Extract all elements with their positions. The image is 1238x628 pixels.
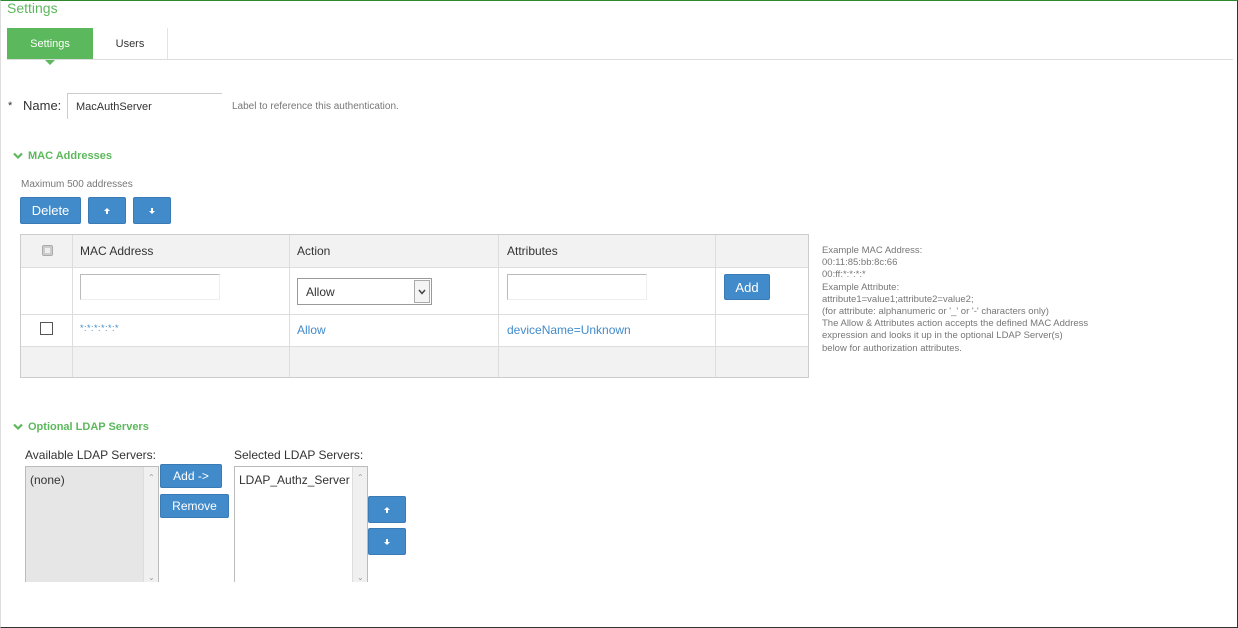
available-ldap-list[interactable]: (none) ⌃ ⌄ (25, 466, 159, 582)
delete-button[interactable]: Delete (20, 197, 81, 224)
name-label: Name: (23, 98, 62, 113)
available-list-scrollbar[interactable]: ⌃ ⌄ (143, 467, 158, 582)
tab-bar: Settings Users (7, 28, 168, 65)
list-item[interactable]: LDAP_Authz_Server (239, 473, 350, 487)
header-attributes[interactable]: Attributes (507, 244, 558, 258)
arrow-up-icon (384, 507, 390, 513)
add-ldap-button[interactable]: Add -> (160, 464, 222, 488)
scroll-up-icon: ⌃ (148, 473, 155, 482)
mac-address-table: MAC Address Action Attributes Allow Add … (20, 234, 809, 378)
move-down-button[interactable] (133, 197, 171, 224)
page-title: Settings (7, 0, 58, 16)
add-mac-button[interactable]: Add (724, 274, 770, 300)
chevron-down-icon (13, 152, 23, 160)
header-action[interactable]: Action (297, 244, 330, 258)
chevron-down-icon (13, 423, 23, 431)
arrow-down-icon (149, 208, 155, 214)
select-all-checkbox[interactable] (42, 245, 53, 256)
name-input[interactable] (67, 93, 222, 119)
new-attributes-input[interactable] (507, 274, 647, 300)
required-marker: * (8, 100, 13, 112)
selected-ldap-list[interactable]: LDAP_Authz_Server ⌃ ⌄ (234, 466, 368, 582)
mac-section-header[interactable]: MAC Addresses (13, 150, 112, 162)
ldap-section-title: Optional LDAP Servers (28, 421, 149, 433)
tab-divider (7, 59, 1233, 60)
table-empty-row (21, 346, 808, 377)
arrow-up-icon (104, 208, 110, 214)
scroll-up-icon: ⌃ (357, 473, 364, 482)
ldap-section-header[interactable]: Optional LDAP Servers (13, 421, 149, 433)
move-up-button[interactable] (88, 197, 126, 224)
mac-help-text: Example MAC Address: 00:11:85:bb:8c:66 0… (822, 245, 1089, 354)
max-addresses-note: Maximum 500 addresses (21, 179, 133, 190)
row-mac-address[interactable]: *:*:*:*:*:* (80, 323, 119, 333)
selected-ldap-label: Selected LDAP Servers: (234, 448, 364, 462)
row-action[interactable]: Allow (297, 323, 326, 337)
action-select-value: Allow (306, 284, 335, 299)
row-attributes[interactable]: deviceName=Unknown (507, 323, 631, 337)
mac-section-title: MAC Addresses (28, 150, 112, 162)
list-item[interactable]: (none) (30, 473, 65, 487)
app-frame: Settings Settings Users * Name: Label to… (0, 0, 1238, 628)
new-action-select[interactable]: Allow (297, 278, 432, 305)
scroll-down-icon: ⌄ (148, 573, 155, 582)
tab-settings[interactable]: Settings (7, 28, 93, 65)
new-mac-input[interactable] (80, 274, 220, 300)
scroll-down-icon: ⌄ (357, 573, 364, 582)
available-ldap-label: Available LDAP Servers: (25, 448, 156, 462)
ldap-move-up-button[interactable] (368, 496, 406, 523)
select-dropdown-arrow (414, 280, 430, 303)
name-hint: Label to reference this authentication. (232, 101, 399, 112)
remove-ldap-button[interactable]: Remove (160, 494, 229, 518)
ldap-move-down-button[interactable] (368, 528, 406, 555)
arrow-down-icon (384, 539, 390, 545)
tab-users[interactable]: Users (93, 28, 168, 59)
selected-list-scrollbar[interactable]: ⌃ ⌄ (352, 467, 367, 582)
row-checkbox[interactable] (40, 322, 53, 335)
chevron-down-icon (418, 289, 426, 295)
header-mac-address[interactable]: MAC Address (80, 244, 153, 258)
